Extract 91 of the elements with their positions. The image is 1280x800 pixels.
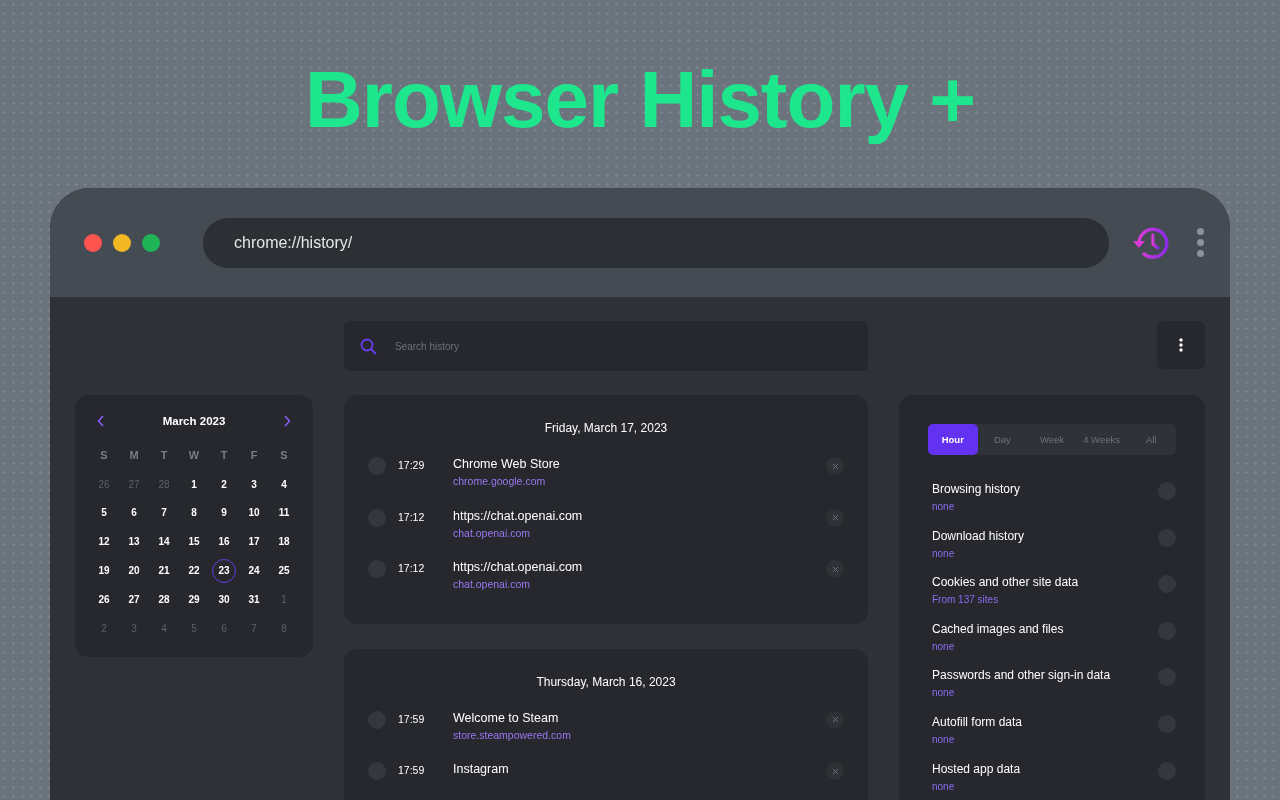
search-icon (360, 338, 377, 355)
previous-month-button[interactable] (97, 415, 105, 427)
data-amount: none (932, 640, 955, 652)
calendar-day[interactable]: 26 (92, 587, 116, 612)
page-title[interactable]: https://chat.openai.com (453, 508, 583, 523)
calendar-day[interactable]: 20 (122, 558, 146, 583)
calendar-day[interactable]: 29 (182, 587, 206, 612)
weekday-label: F (250, 449, 258, 462)
calendar-day[interactable]: 17 (242, 529, 266, 554)
remove-button[interactable] (826, 710, 844, 729)
data-type-label: Autofill form data (932, 714, 1023, 729)
menu-button[interactable] (1157, 321, 1205, 369)
page-title[interactable]: Instagram (453, 762, 509, 776)
visit-time: 17:29 (398, 459, 426, 471)
calendar-day[interactable]: 10 (242, 501, 266, 525)
data-amount: none (932, 501, 955, 512)
page-url[interactable]: chat.openai.com (453, 526, 531, 539)
calendar-day[interactable]: 31 (242, 587, 266, 612)
address-bar[interactable]: chrome://history/ (203, 217, 1110, 268)
close-icon (831, 716, 839, 723)
time-range-tab[interactable]: Hour (928, 424, 978, 455)
data-type-label: Hosted app data (932, 761, 1021, 776)
weekday-label: T (220, 449, 228, 462)
weekday-label: S (280, 449, 288, 462)
data-amount: none (932, 733, 955, 745)
data-type-label: Download history (932, 528, 1025, 543)
weekday-label: M (129, 449, 139, 462)
calendar-day[interactable]: 3 (242, 472, 266, 497)
close-icon (831, 565, 839, 573)
calendar-day[interactable]: 9 (212, 501, 236, 525)
month-title: March 2023 (162, 415, 226, 427)
close-icon (831, 514, 839, 521)
calendar-day[interactable]: 22 (182, 558, 206, 583)
calendar-day[interactable]: 16 (212, 529, 236, 554)
calendar-day[interactable]: 4 (272, 472, 296, 497)
close-window-button[interactable] (84, 233, 102, 252)
data-amount: none (932, 780, 955, 792)
next-month-button[interactable] (283, 415, 291, 427)
menu-icon (1179, 338, 1183, 352)
calendar-day[interactable]: 18 (272, 529, 296, 554)
calendar-day[interactable]: 11 (272, 501, 296, 525)
data-amount: none (932, 547, 955, 559)
visit-time: 17:12 (398, 510, 426, 523)
minimize-window-button[interactable] (113, 233, 131, 252)
page-title[interactable]: Welcome to Steam (453, 710, 559, 725)
page-title[interactable]: Chrome Web Store (453, 457, 560, 471)
close-icon (831, 767, 839, 775)
weekday-label: T (160, 449, 168, 462)
close-icon (831, 462, 839, 470)
calendar-day[interactable]: 5 (92, 501, 116, 525)
calendar-day[interactable]: 7 (152, 501, 176, 525)
data-amount: none (932, 687, 955, 699)
calendar-day[interactable]: 6 (122, 501, 146, 525)
weekday-label: W (188, 449, 200, 462)
visit-time: 17:12 (398, 562, 426, 574)
calendar-day[interactable]: 27 (122, 587, 146, 612)
page-url[interactable]: store.steampowered.com (453, 728, 571, 741)
search-field[interactable]: Search history (344, 321, 868, 371)
visit-time: 17:59 (398, 712, 426, 725)
calendar-day[interactable]: 2 (212, 472, 236, 497)
calendar-day[interactable]: 28 (152, 587, 176, 612)
remove-button[interactable] (826, 457, 844, 475)
data-type-label: Cached images and files (932, 621, 1064, 636)
data-amount: From 137 sites (932, 594, 999, 606)
page-url[interactable]: chat.openai.com (453, 578, 531, 590)
calendar-day[interactable]: 19 (92, 558, 116, 583)
calendar-day[interactable]: 25 (272, 558, 296, 583)
calendar-day[interactable]: 8 (182, 501, 206, 525)
calendar-day[interactable]: 1 (182, 472, 206, 497)
calendar-day[interactable]: 15 (182, 529, 206, 554)
calendar-day[interactable]: 30 (212, 587, 236, 612)
calendar-day[interactable]: 12 (92, 529, 116, 554)
maximize-window-button[interactable] (142, 233, 160, 252)
data-type-label: Passwords and other sign-in data (932, 668, 1111, 683)
date-heading: Friday, March 17, 2023 (543, 421, 669, 435)
headline: Browser History + (305, 54, 975, 146)
page-url[interactable]: chrome.google.com (453, 475, 546, 487)
weekday-label: S (100, 449, 108, 462)
remove-button[interactable] (826, 508, 844, 527)
page-title[interactable]: https://chat.openai.com (453, 560, 583, 574)
remove-button[interactable] (826, 762, 844, 780)
calendar-day[interactable]: 14 (152, 529, 176, 554)
calendar-day[interactable]: 13 (122, 529, 146, 554)
calendar-day[interactable]: 24 (242, 558, 266, 583)
remove-button[interactable] (826, 560, 844, 578)
visit-time: 17:59 (398, 764, 426, 776)
data-type-label: Browsing history (932, 482, 1021, 496)
date-heading: Thursday, March 16, 2023 (535, 674, 677, 689)
data-type-label: Cookies and other site data (932, 575, 1079, 590)
calendar-day[interactable]: 21 (152, 558, 176, 583)
browser-menu-icon[interactable] (1197, 228, 1204, 257)
